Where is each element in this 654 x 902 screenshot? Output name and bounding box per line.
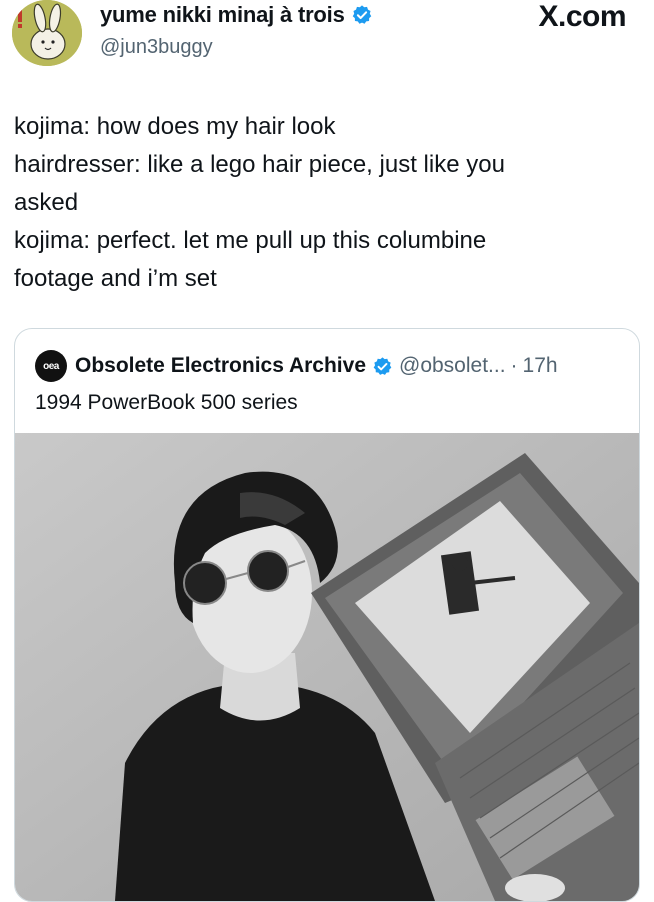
quoted-author-avatar[interactable]: oea: [35, 350, 67, 382]
quoted-tweet-text: 1994 PowerBook 500 series: [35, 391, 298, 414]
author-handle[interactable]: @jun3buggy: [100, 36, 213, 59]
tweet-line: kojima: how does my hair look: [14, 113, 336, 140]
author-avatar[interactable]: [12, 0, 82, 66]
tweet-line: kojima: perfect. let me pull up this col…: [14, 227, 487, 292]
tweet-header: yume nikki minaj à trois @jun3buggy X.co…: [0, 0, 654, 80]
tweet-text: kojima: how does my hair look hairdresse…: [14, 108, 634, 298]
quoted-tweet-time[interactable]: 17h: [523, 354, 558, 378]
verified-badge-icon: [352, 5, 371, 24]
quoted-tweet-card[interactable]: oea Obsolete Electronics Archive @obsole…: [14, 328, 640, 902]
bunny-avatar-icon: [12, 0, 82, 66]
author-name-text: yume nikki minaj à trois: [100, 2, 345, 27]
quoted-author-name[interactable]: Obsolete Electronics Archive: [75, 354, 366, 378]
photo-man-with-laptop-icon[interactable]: [15, 433, 639, 901]
author-display-name[interactable]: yume nikki minaj à trois: [100, 2, 373, 28]
site-logo: X.com: [538, 0, 626, 33]
tweet-line: hairdresser: like a lego hair piece, jus…: [14, 151, 505, 216]
verified-badge-icon: [373, 356, 392, 375]
quoted-tweet-header: oea Obsolete Electronics Archive @obsole…: [35, 349, 558, 383]
quoted-author-handle[interactable]: @obsolet...: [399, 354, 506, 378]
separator-dot: ·: [510, 354, 518, 377]
